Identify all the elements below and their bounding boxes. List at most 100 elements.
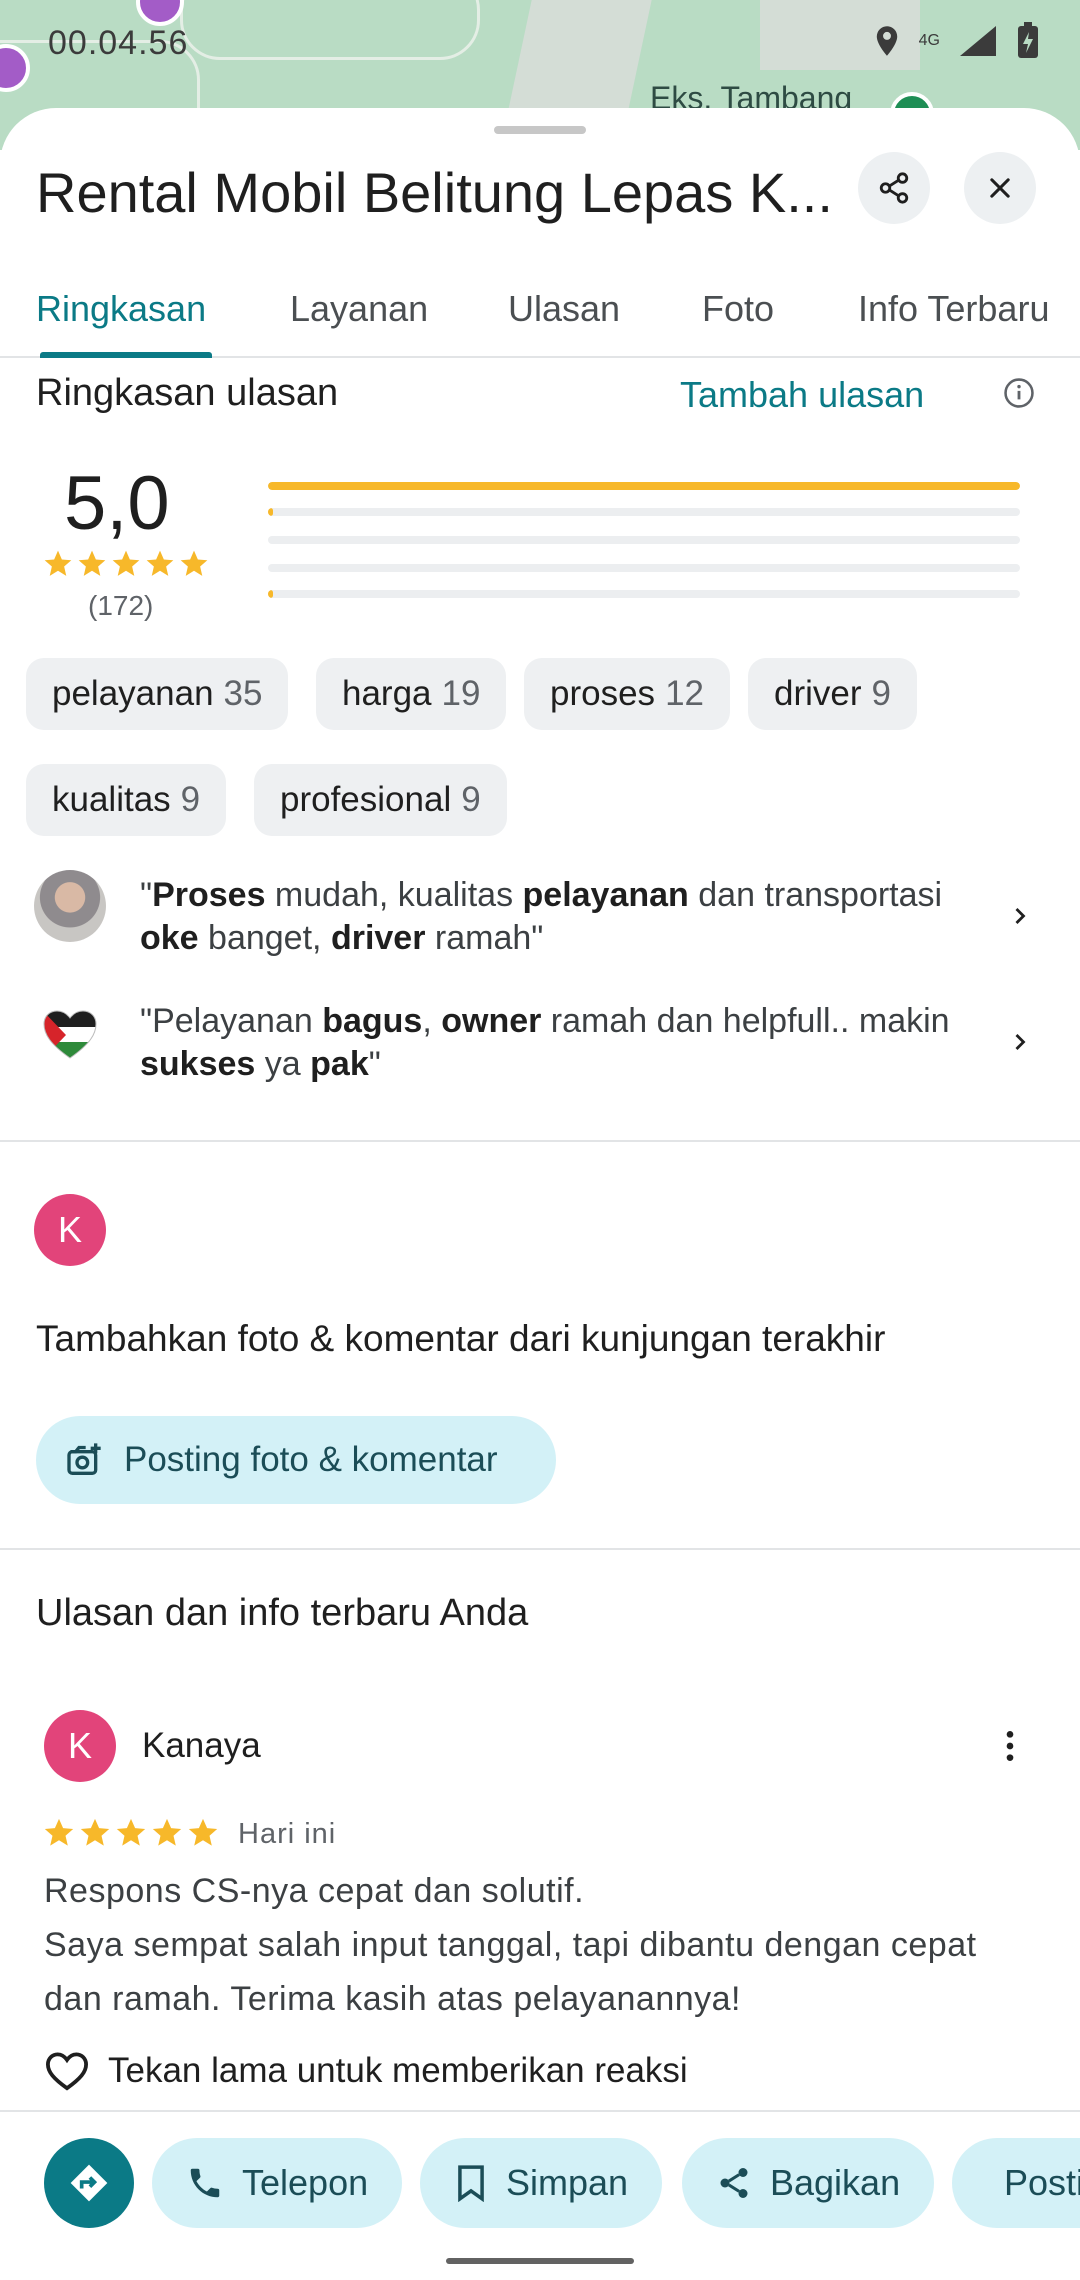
close-icon <box>990 178 1010 198</box>
tab-ulasan[interactable]: Ulasan <box>508 288 620 330</box>
directions-button[interactable] <box>44 2138 134 2228</box>
home-indicator[interactable] <box>446 2258 634 2264</box>
chip-count: 12 <box>665 674 704 713</box>
snippet-keyword: driver <box>330 919 426 957</box>
reaction-row[interactable]: Tekan lama untuk memberikan reaksi <box>44 2050 688 2092</box>
star-icon <box>116 1818 146 1846</box>
snippet-text: , <box>422 1002 442 1040</box>
snippet-text: mudah, kualitas <box>265 876 523 914</box>
topic-chip-proses[interactable]: proses 12 <box>524 658 730 730</box>
topic-chip-pelayanan[interactable]: pelayanan 35 <box>26 658 289 730</box>
review-text: Respons CS-nya cepat dan solutif. Saya s… <box>44 1864 1044 2026</box>
chevron-right-icon[interactable] <box>1006 1026 1034 1058</box>
share-button[interactable] <box>858 152 930 224</box>
snippet-keyword: pelayanan <box>522 876 689 914</box>
chip-label: harga <box>342 674 432 713</box>
action-bar: Telepon Simpan Bagikan Posting <box>0 2110 1080 2280</box>
directions-icon <box>70 2164 108 2202</box>
add-review-link[interactable]: Tambah ulasan <box>680 374 924 416</box>
chip-label: kualitas <box>52 780 171 819</box>
add-visit-heading: Tambahkan foto & komentar dari kunjungan… <box>36 1318 886 1359</box>
review-stars <box>42 1816 220 1850</box>
section-divider <box>0 1140 1080 1142</box>
rating-bar-3 <box>268 536 1020 544</box>
review-snippet[interactable]: "Proses mudah, kualitas pelayanan dan tr… <box>140 874 990 960</box>
active-tab-indicator <box>40 352 212 358</box>
map-marker[interactable] <box>136 0 184 26</box>
snippet-keyword: owner <box>441 1002 542 1040</box>
star-icon <box>44 550 72 576</box>
chip-count: 19 <box>441 674 481 713</box>
topic-chip-profesional[interactable]: profesional 9 <box>254 764 507 836</box>
topic-chip-harga[interactable]: harga 19 <box>316 658 507 730</box>
rating-bar-5 <box>268 482 1020 490</box>
star-icon <box>152 1818 182 1846</box>
topic-chip-kualitas[interactable]: kualitas 9 <box>26 764 227 836</box>
phone-icon <box>190 2168 220 2198</box>
average-rating: 5,0 <box>64 461 170 546</box>
rating-bar-fill <box>268 482 1020 490</box>
review-text-line: Respons CS-nya cepat dan solutif. <box>44 1872 585 1910</box>
snippet-text: banget, <box>198 919 331 957</box>
location-icon <box>876 26 897 56</box>
chip-count: 9 <box>461 780 481 819</box>
share-action-button[interactable]: Bagikan <box>682 2138 935 2228</box>
add-photo-icon <box>67 1443 101 1475</box>
topic-chip-driver[interactable]: driver 9 <box>748 658 917 730</box>
signal-icon <box>960 26 996 56</box>
save-label: Simpan <box>506 2162 629 2203</box>
star-icon <box>188 1818 218 1846</box>
snippet-keyword: Proses <box>152 876 266 914</box>
save-button[interactable]: Simpan <box>420 2138 663 2228</box>
place-title: Rental Mobil Belitung Lepas K... <box>36 161 833 224</box>
snippet-keyword: bagus <box>322 1002 423 1040</box>
snippet-keyword: sukses <box>140 1045 256 1083</box>
rating-bar-2 <box>268 564 1020 572</box>
your-reviews-heading: Ulasan dan info terbaru Anda <box>36 1592 529 1634</box>
reviewer-avatar <box>34 870 106 942</box>
tab-foto[interactable]: Foto <box>702 288 774 330</box>
user-avatar: K <box>34 1194 106 1266</box>
chip-count: 35 <box>223 674 263 713</box>
close-button[interactable] <box>964 152 1036 224</box>
status-time: 00.04.56 <box>48 24 189 62</box>
review-text-line: Saya sempat salah input tanggal, tapi di… <box>44 1926 977 2018</box>
more-options-icon[interactable] <box>990 1726 1030 1766</box>
post-photo-comment-button[interactable]: Posting foto & komentar <box>36 1416 556 1504</box>
share-label: Bagikan <box>770 2162 901 2203</box>
chip-count: 9 <box>180 780 201 819</box>
drag-handle[interactable] <box>494 126 586 134</box>
snippet-text: ramah" <box>425 919 544 957</box>
snippet-keyword: oke <box>140 919 199 957</box>
snippet-keyword: pak <box>310 1045 369 1083</box>
bookmark-icon <box>458 2165 484 2202</box>
star-icon <box>44 1818 74 1846</box>
reviewer-avatar: K <box>44 1710 116 1782</box>
snippet-text: "Pelayanan <box>140 1002 323 1040</box>
snippet-text: ya <box>255 1045 311 1083</box>
post-label: Posting <box>1004 2162 1080 2203</box>
reviewer-name[interactable]: Kanaya <box>142 1726 261 1766</box>
status-icons: 4G <box>873 22 1040 60</box>
tab-ringkasan[interactable]: Ringkasan <box>36 288 206 330</box>
info-icon[interactable] <box>1002 376 1036 410</box>
star-icon <box>112 550 140 576</box>
heart-outline-icon <box>45 2052 89 2091</box>
chip-count: 9 <box>871 674 891 713</box>
tab-layanan[interactable]: Layanan <box>290 288 428 330</box>
network-type: 4G <box>918 32 940 49</box>
tab-bar: Ringkasan Layanan Ulasan Foto Info Terba… <box>0 258 1080 358</box>
chip-label: profesional <box>280 780 452 819</box>
snippet-text: dan transportasi <box>688 876 943 914</box>
chip-label: pelayanan <box>52 674 214 713</box>
post-action-button[interactable]: Posting <box>952 2138 1080 2228</box>
call-button[interactable]: Telepon <box>152 2138 403 2228</box>
chevron-right-icon[interactable] <box>1006 900 1034 932</box>
star-icon <box>80 1818 110 1846</box>
tab-info-terbaru[interactable]: Info Terbaru <box>858 288 1049 330</box>
star-icon <box>78 550 106 576</box>
rating-bar-fill <box>268 508 273 516</box>
review-snippet[interactable]: "Pelayanan bagus, owner ramah dan helpfu… <box>140 1000 990 1086</box>
review-summary-heading: Ringkasan ulasan <box>36 372 339 414</box>
chip-label: proses <box>550 674 656 713</box>
